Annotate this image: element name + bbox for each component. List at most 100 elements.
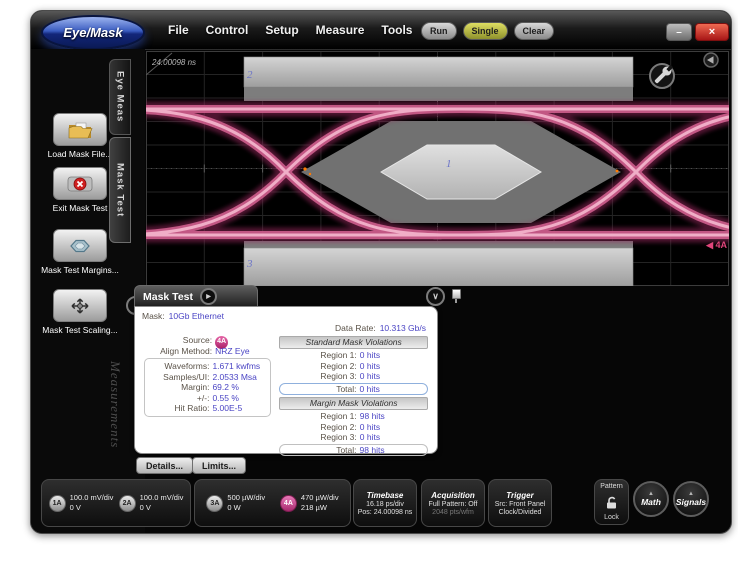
clear-button[interactable]: Clear (514, 22, 555, 40)
math-label: Math (641, 497, 661, 507)
region-row-value: 0 hits (360, 422, 430, 433)
channel-4a-scale: 470 µW/div (301, 493, 339, 503)
pin-icon[interactable] (452, 289, 460, 303)
channel-group-optical[interactable]: 3A 500 µW/div 0 W 4A 470 µW/div 218 µW (194, 479, 351, 527)
region-row-value: 0 hits (360, 361, 430, 372)
stat-label: Margin: (148, 382, 212, 393)
math-button[interactable]: ▲ Math (633, 481, 669, 517)
data-rate-value: 10.313 Gb/s (380, 322, 426, 334)
panel-collapse-button[interactable]: ∨ (426, 287, 445, 306)
region-2-label: 2 (247, 69, 253, 81)
app-window: Eye/Mask File Control Setup Measure Tool… (30, 10, 732, 534)
stat-value: 0.55 % (212, 393, 267, 404)
eye-diagram: 2 1 3 24.00098 ns ◀ (146, 51, 729, 286)
acquisition-points: 2048 pts/wfm (432, 509, 474, 516)
region-row-value: 0 hits (360, 350, 430, 361)
stat-value: 5.00E-5 (212, 403, 267, 414)
region-row-value: 98 hits (360, 411, 430, 422)
channel-3a[interactable]: 3A 500 µW/div 0 W (206, 493, 265, 513)
timebase-offset-readout: 24.00098 ns (151, 58, 196, 67)
exit-x-icon (67, 175, 93, 193)
acquisition-panel[interactable]: Acquisition Full Pattern: Off 2048 pts/w… (421, 479, 485, 527)
stat-label: Hit Ratio: (148, 403, 212, 414)
region-row-value: 0 hits (360, 371, 430, 382)
channel-2a-badge: 2A (119, 495, 136, 512)
timebase-position: Pos: 24.00098 ns (358, 509, 413, 516)
pattern-lock-button[interactable]: Pattern Lock (594, 479, 629, 525)
app-mode-button[interactable]: Eye/Mask (41, 15, 145, 50)
exit-mask-test-button[interactable] (53, 167, 107, 200)
four-way-arrows-icon (69, 297, 91, 315)
data-rate-label: Data Rate: (335, 322, 376, 334)
menu-file[interactable]: File (168, 23, 189, 37)
channel-1a-offset: 0 V (70, 503, 114, 513)
stat-label: Samples/UI: (148, 372, 212, 383)
channel-4a[interactable]: 4A 470 µW/div 218 µW (280, 493, 339, 513)
channel-4a-marker: ◀ 4A (705, 240, 727, 250)
acquisition-title: Acquisition (431, 491, 475, 500)
limits-button[interactable]: Limits... (192, 457, 246, 474)
pattern-lock-top-label: Pattern (600, 483, 623, 490)
acquisition-full-pattern: Full Pattern: Off (429, 501, 478, 508)
region-row-label: Region 3: (277, 432, 359, 443)
mask-test-results-panel: Mask: 10Gb Ethernet Data Rate: 10.313 Gb… (134, 306, 438, 454)
total-value: 0 hits (360, 384, 427, 395)
menu-measure[interactable]: Measure (316, 23, 365, 37)
tab-eye-meas[interactable]: Eye Meas (109, 59, 131, 135)
menu-setup[interactable]: Setup (265, 23, 298, 37)
standard-violations-header: Standard Mask Violations (279, 336, 428, 349)
mask-test-panel-tab[interactable]: Mask Test ▶ (134, 285, 258, 307)
display-tools-button[interactable] (650, 63, 675, 88)
tab-mask-test[interactable]: Mask Test (109, 137, 131, 243)
sidebar: Load Mask File... Exit Mask Test Mask Te… (31, 49, 145, 533)
statistics-box: Waveforms:1.671 kwfms Samples/UI:2.0533 … (144, 358, 271, 417)
mask-hexagon-icon (67, 237, 93, 255)
channel-group-electrical[interactable]: 1A 100.0 mV/div 0 V 2A 100.0 mV/div 0 V (41, 479, 191, 527)
waveform-display: 2 1 3 24.00098 ns ◀ (146, 51, 729, 286)
mask-test-scaling-button[interactable] (53, 289, 107, 322)
panel-play-button[interactable]: ▶ (200, 288, 217, 305)
panel-title: Mask Test (143, 291, 193, 303)
region-row-label: Region 1: (277, 350, 359, 361)
screen: { "titlebar": { "logo": "Eye/Mask", "men… (0, 0, 738, 580)
channel-1a-scale: 100.0 mV/div (70, 493, 114, 503)
stat-value: 1.671 kwfms (212, 361, 267, 372)
mask-test-scaling-tool: Mask Test Scaling... (37, 289, 123, 335)
minimize-button[interactable]: – (666, 23, 692, 41)
run-button[interactable]: Run (421, 22, 457, 40)
channel-1a[interactable]: 1A 100.0 mV/div 0 V (49, 493, 114, 513)
region-row-label: Region 2: (277, 422, 359, 433)
stat-value: 69.2 % (212, 382, 267, 393)
align-method-value: NRZ Eye (215, 346, 277, 357)
single-button[interactable]: Single (463, 22, 508, 40)
region-row-label: Region 1: (277, 411, 359, 422)
signals-label: Signals (676, 497, 706, 507)
channel-4a-badge: 4A (280, 495, 297, 512)
total-value: 98 hits (360, 445, 427, 456)
open-padlock-icon (605, 496, 619, 509)
channel-4a-offset: 218 µW (301, 503, 339, 513)
pin-stem (455, 299, 457, 303)
channel-1a-badge: 1A (49, 495, 66, 512)
load-mask-file-button[interactable] (53, 113, 107, 146)
trigger-title: Trigger (506, 491, 533, 500)
display-back-button[interactable] (704, 53, 718, 67)
close-button[interactable]: × (695, 23, 729, 41)
channel-2a[interactable]: 2A 100.0 mV/div 0 V (119, 493, 184, 513)
standard-total-box: Total:0 hits (279, 383, 428, 396)
margin-violations-header: Margin Mask Violations (279, 397, 428, 410)
trigger-source: Src: Front Panel (495, 501, 546, 508)
details-button[interactable]: Details... (136, 457, 193, 474)
menu-tools[interactable]: Tools (381, 23, 412, 37)
acquisition-controls: Run Single Clear (421, 22, 554, 40)
trigger-panel[interactable]: Trigger Src: Front Panel Clock/Divided (488, 479, 552, 527)
signals-button[interactable]: ▲ Signals (673, 481, 709, 517)
region-1-label: 1 (446, 158, 452, 170)
menu-control[interactable]: Control (206, 23, 249, 37)
timebase-panel[interactable]: Timebase 16.18 ps/div Pos: 24.00098 ns (353, 479, 417, 527)
mask-test-margins-button[interactable] (53, 229, 107, 262)
channel-3a-offset: 0 W (227, 503, 265, 513)
channel-3a-badge: 3A (206, 495, 223, 512)
stat-label: +/-: (148, 393, 212, 404)
total-label: Total: (280, 445, 359, 456)
